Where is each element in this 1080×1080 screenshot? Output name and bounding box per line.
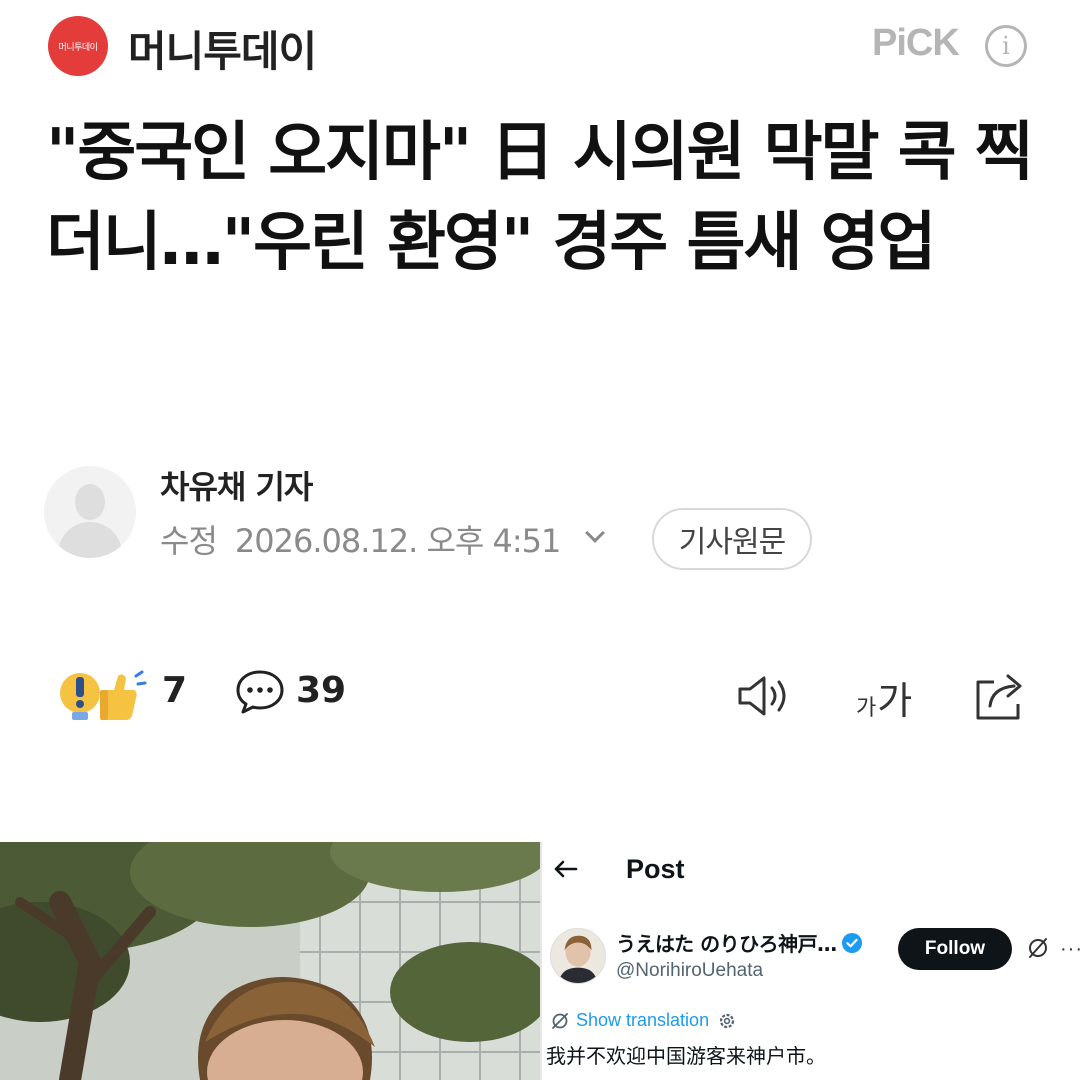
font-size-small-glyph: 가 xyxy=(856,696,877,721)
poster-handle[interactable]: @NorihiroUehata xyxy=(616,960,763,982)
press-header: 머니투데이 머니투데이 PiCK i xyxy=(0,0,1080,92)
article-meta: 수정 2026.08.12. 오후 4:51 xyxy=(160,516,606,562)
original-article-button[interactable]: 기사원문 xyxy=(652,508,812,570)
article-headline: "중국인 오지마" 日 시의원 막말 콕 찍더니…"우린 환영" 경주 틈새 영… xyxy=(46,116,1034,280)
show-translation-link[interactable]: Show translation xyxy=(576,1010,709,1031)
translate-icon xyxy=(552,1012,568,1029)
font-size-icon[interactable]: 가 가 xyxy=(856,668,912,724)
press-name[interactable]: 머니투데이 xyxy=(128,18,317,79)
avatar-head-shape xyxy=(75,484,105,520)
poster-display-name[interactable]: うえはた のりひろ神戸… xyxy=(616,928,837,957)
follow-button[interactable]: Follow xyxy=(898,928,1012,970)
translation-row: Show translation xyxy=(550,1010,737,1031)
back-arrow-icon[interactable] xyxy=(550,854,580,884)
post-text: 我并不欢迎中国游客来神户市。 xyxy=(546,1044,826,1068)
verified-badge-icon xyxy=(841,932,862,953)
reaction-toolbar: 7 39 가 가 xyxy=(0,664,1080,728)
grok-icon[interactable] xyxy=(1026,936,1050,960)
chevron-down-icon[interactable] xyxy=(585,523,606,543)
speaker-icon[interactable] xyxy=(736,672,794,720)
info-icon[interactable]: i xyxy=(985,25,1027,67)
share-icon[interactable] xyxy=(972,668,1028,724)
avatar-shoulders-shape xyxy=(58,522,122,558)
reporter-avatar[interactable] xyxy=(44,466,136,558)
poster-avatar[interactable] xyxy=(550,928,606,984)
post-title: Post xyxy=(626,854,685,884)
press-logo[interactable]: 머니투데이 xyxy=(48,16,108,76)
embedded-x-post[interactable]: Post うえはた のりひろ神戸… @NorihiroUehata Follow… xyxy=(540,842,1080,1080)
more-options-icon[interactable]: ··· xyxy=(1060,938,1080,961)
poster-name-row: うえはた のりひろ神戸… xyxy=(616,928,863,957)
article-photo[interactable] xyxy=(0,842,540,1080)
reaction-thumbs-up-icon[interactable] xyxy=(56,668,148,724)
pick-label: PiCK xyxy=(872,22,960,64)
reaction-count: 7 xyxy=(162,670,188,711)
modified-label: 수정 xyxy=(160,522,218,560)
comment-count[interactable]: 39 xyxy=(296,670,346,711)
font-size-large-glyph: 가 xyxy=(877,679,913,723)
comment-icon[interactable] xyxy=(234,668,286,716)
article-timestamp: 2026.08.12. 오후 4:51 xyxy=(234,522,561,560)
reporter-name[interactable]: 차유채 기자 xyxy=(160,462,313,508)
gear-icon[interactable] xyxy=(717,1011,737,1031)
